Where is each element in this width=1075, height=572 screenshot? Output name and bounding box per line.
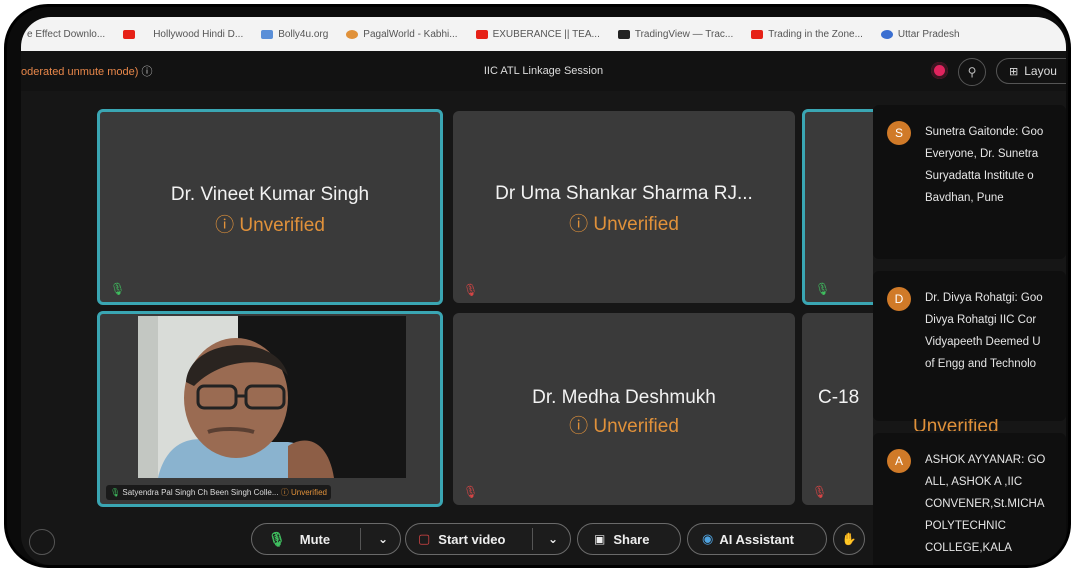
mic-on-icon: 🎙 [815,282,831,296]
participant-name: Dr. Medha Deshmukh [532,387,716,408]
globe-icon [880,29,893,39]
avatar: D [887,287,911,311]
bookmark-label: Hollywood Hindi D... [153,28,244,40]
bookmark-item[interactable]: TradingView — Trac... [617,28,734,40]
device-frame: e Effect Downlo... Hollywood Hindi D... … [4,4,1071,568]
status-text: Unverified [593,214,679,235]
participant-name: Dr. Vineet Kumar Singh [170,184,370,205]
participant-tile[interactable]: Dr. Vineet Kumar Singh ⓘ Unverified 🎙 [97,109,443,305]
ai-assistant-label: AI Assistant [719,531,794,547]
share-label: Share [613,531,650,547]
mic-on-icon: 🎙 [110,282,126,296]
video-off-icon[interactable]: ▢ [418,531,430,547]
status-text: Unverified [593,416,679,437]
bookmark-item[interactable]: EXUBERANCE || TEA... [475,28,600,40]
status-text: Unverified [913,419,999,431]
unverified-label: ⓘ Unverified [453,411,795,438]
chat-text: Dr. Divya Rohatgi: Goo Divya Rohatgi IIC… [925,292,1043,370]
bookmark-item[interactable]: Hollywood Hindi D... [153,29,243,40]
mute-button[interactable]: Mute [300,532,330,547]
bookmark-label: Bolly4u.org [278,28,329,40]
layout-label: Layou [1024,64,1057,78]
participant-video [138,316,406,478]
mic-icon[interactable]: 🎙 [268,531,286,548]
info-icon: ⓘ [569,416,589,437]
participant-tile[interactable]: Dr. Medha Deshmukh ⓘ Unverified 🎙 [453,313,795,505]
ai-assistant-icon: ◉ [702,531,714,546]
grid-icon: ⊞ [1009,65,1019,78]
chat-message[interactable]: S Sunetra Gaitonde: Goo Everyone, Dr. Su… [873,105,1066,259]
bookmark-item[interactable]: Trading in the Zone... [751,29,863,40]
bookmark-label: Trading in the Zone... [768,28,863,40]
mic-on-icon: 🎙 [110,488,121,497]
participant-video-frame [138,316,406,478]
avatar-initial: A [894,454,903,468]
mute-control: 🎙 Mute ⌄ [251,523,401,555]
status-text: Unverified [239,215,325,236]
bookmark-label: TradingView — Trac... [634,28,734,40]
mic-muted-icon: 🎙 [812,485,828,499]
share-button[interactable]: ▣ Share [577,523,681,555]
bookmark-label: PagalWorld - Kabhi... [363,28,458,40]
status-text: Unverified [290,488,327,497]
unverified-label: ⓘ Unverified [100,210,440,237]
bookmark-item[interactable]: Bolly4u.org [261,29,328,40]
video-control: ▢ Start video ⌄ [405,523,571,555]
more-controls-button[interactable]: ✋ [833,523,865,555]
chat-panel: S Sunetra Gaitonde: Goo Everyone, Dr. Su… [873,105,1066,565]
bookmark-item[interactable]: Uttar Pradesh [880,28,960,40]
bookmark-icon [346,29,359,39]
unverified-label: Unverified [913,419,999,431]
participant-name: Satyendra Pal Singh Ch Been Singh Colle.… [122,488,279,497]
bookmark-item[interactable] [123,29,136,39]
avatar-initial: D [894,292,904,306]
zoom-icon[interactable]: ⚲ [958,58,986,86]
layout-button[interactable]: ⊞ Layou [996,58,1066,84]
participant-name: C-18 [818,387,860,408]
unverified-label: ⓘ Unverified [453,209,795,236]
bookmark-label: Uttar Pradesh [897,28,960,40]
bookmarks-bar: e Effect Downlo... Hollywood Hindi D... … [21,17,1066,51]
divider [532,528,533,550]
ai-assistant-button[interactable]: ◉ AI Assistant [687,523,827,555]
youtube-icon [475,29,488,39]
chevron-down-icon[interactable]: ⌄ [548,532,558,546]
youtube-icon [751,29,764,39]
avatar: A [887,449,911,473]
chevron-down-icon[interactable]: ⌄ [378,532,388,546]
video-caption: 🎙 Satyendra Pal Singh Ch Been Singh Coll… [106,485,331,500]
avatar-initial: S [894,126,903,140]
youtube-icon [123,29,136,39]
bookmark-item[interactable]: e Effect Downlo... [27,29,105,40]
chat-message[interactable]: D Dr. Divya Rohatgi: Goo Divya Rohatgi I… [873,271,1066,421]
participant-video-tile[interactable]: 🎙 Satyendra Pal Singh Ch Been Singh Coll… [97,311,443,507]
recording-icon[interactable] [931,62,948,79]
info-icon: ⓘ [569,214,589,235]
bookmark-label: EXUBERANCE || TEA... [492,28,600,40]
divider [360,528,361,550]
more-options-icon[interactable] [29,529,55,555]
start-video-button[interactable]: Start video [438,532,505,547]
chat-text: Sunetra Gaitonde: Goo Everyone, Dr. Sune… [925,126,1044,204]
chat-text: ASHOK AYYANAR: GO ALL, ASHOK A ,IIC CONV… [925,454,1046,554]
avatar: S [887,121,911,145]
bookmark-icon [261,29,274,39]
mic-muted-icon: 🎙 [463,485,479,499]
info-icon: ⓘ [280,488,289,497]
chat-message[interactable]: A ASHOK AYYANAR: GO ALL, ASHOK A ,IIC CO… [873,433,1066,565]
bookmark-item[interactable]: PagalWorld - Kabhi... [346,28,458,40]
session-title: IIC ATL Linkage Session [483,65,604,77]
meeting-topbar: oderated unmute mode) ⓘ IIC ATL Linkage … [21,51,1066,91]
participant-tile[interactable]: Dr Uma Shankar Sharma RJ... ⓘ Unverified… [453,111,795,303]
info-icon: ⓘ [215,215,235,236]
mic-muted-icon: 🎙 [463,283,479,297]
bookmark-label: e Effect Downlo... [27,28,106,40]
hand-icon: ✋ [841,532,857,546]
participant-name: Dr Uma Shankar Sharma RJ... [495,183,753,204]
screen: e Effect Downlo... Hollywood Hindi D... … [21,17,1066,565]
share-screen-icon: ▣ [594,532,606,546]
tradingview-icon [617,29,630,39]
